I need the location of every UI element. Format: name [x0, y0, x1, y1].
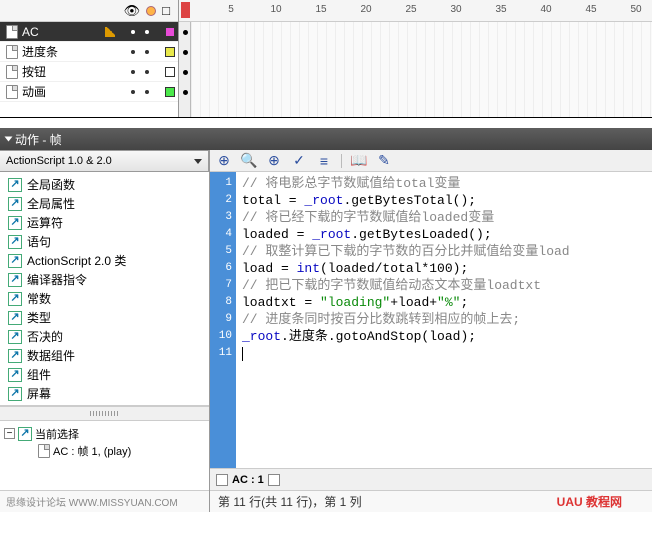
collapse-icon[interactable]: −	[4, 428, 15, 439]
category-icon	[8, 387, 22, 401]
layer-name: AC	[22, 25, 101, 39]
nav-icon	[18, 427, 32, 441]
line-gutter: 1234567891011	[210, 172, 236, 468]
layer-icon	[6, 45, 18, 59]
layers-panel: 👁 □ AC 进度条按钮动画	[0, 0, 179, 117]
reference-icon[interactable]: 📖	[351, 153, 367, 169]
layer-row[interactable]: 按钮	[0, 62, 178, 82]
category-icon	[8, 254, 22, 268]
add-icon[interactable]: ⊕	[216, 153, 232, 169]
layer-name: 进度条	[22, 43, 115, 60]
target-icon[interactable]: ⊕	[266, 153, 282, 169]
find-icon[interactable]: 🔍	[241, 153, 257, 169]
category-icon	[8, 292, 22, 306]
category-icon	[8, 349, 22, 363]
script-tabs[interactable]: AC : 1	[210, 468, 652, 490]
layer-icon	[6, 85, 18, 99]
debug-icon[interactable]: ✎	[376, 153, 392, 169]
outline-icon[interactable]: □	[162, 4, 170, 17]
tree-item[interactable]: 全局属性	[0, 194, 209, 213]
layer-row[interactable]: AC	[0, 22, 178, 42]
playhead[interactable]	[181, 2, 190, 18]
color-swatch[interactable]	[165, 47, 175, 57]
tree-item[interactable]: 运算符	[0, 213, 209, 232]
tree-item[interactable]: 组件	[0, 365, 209, 384]
layer-name: 动画	[22, 83, 115, 100]
layer-row[interactable]: 动画	[0, 82, 178, 102]
category-icon	[8, 273, 22, 287]
splitter[interactable]	[0, 406, 209, 420]
code-toolbar: ⊕ 🔍 ⊕ ✓ ≡ 📖 ✎	[210, 150, 652, 172]
script-navigator: −当前选择 AC : 帧 1, (play)	[0, 420, 209, 490]
tree-item[interactable]: 语句	[0, 232, 209, 251]
tree-item[interactable]: 全局函数	[0, 175, 209, 194]
category-icon	[8, 216, 22, 230]
actions-panel-header[interactable]: 动作 - 帧	[0, 128, 652, 150]
tree-item[interactable]: 否决的	[0, 327, 209, 346]
category-icon	[8, 235, 22, 249]
pencil-icon	[105, 27, 115, 37]
collapse-icon[interactable]	[5, 137, 13, 142]
check-icon[interactable]: ✓	[291, 153, 307, 169]
layer-name: 按钮	[22, 63, 115, 80]
layer-row[interactable]: 进度条	[0, 42, 178, 62]
color-swatch[interactable]	[165, 67, 175, 77]
pin-icon[interactable]	[216, 474, 228, 486]
script-version-select[interactable]: ActionScript 1.0 & 2.0	[0, 150, 209, 172]
actions-tree[interactable]: 全局函数全局属性运算符语句ActionScript 2.0 类编译器指令常数类型…	[0, 172, 209, 406]
category-icon	[8, 197, 22, 211]
format-icon[interactable]: ≡	[316, 153, 332, 169]
layer-icon	[6, 25, 18, 39]
tree-item[interactable]: 常数	[0, 289, 209, 308]
color-swatch[interactable]	[165, 87, 175, 97]
tree-item[interactable]: 类型	[0, 308, 209, 327]
color-swatch[interactable]	[165, 27, 175, 37]
status-bar: 第 11 行(共 11 行)，第 1 列 UAU 教程网	[210, 490, 652, 512]
frame-icon	[38, 444, 50, 458]
timeline-ruler[interactable]: 510152025303540455055	[179, 0, 652, 22]
panel-title: 动作 - 帧	[15, 131, 62, 148]
tab-menu-icon[interactable]	[268, 474, 280, 486]
category-icon	[8, 330, 22, 344]
tree-item[interactable]: 数据组件	[0, 346, 209, 365]
eye-icon[interactable]: 👁	[124, 4, 141, 17]
tree-item[interactable]: 屏幕	[0, 384, 209, 403]
timeline[interactable]: 510152025303540455055	[179, 0, 652, 117]
lock-icon[interactable]	[146, 6, 156, 16]
chevron-down-icon	[194, 159, 202, 164]
tree-item[interactable]: ActionScript 2.0 类	[0, 251, 209, 270]
layers-header: 👁 □	[0, 0, 178, 22]
category-icon	[8, 311, 22, 325]
category-icon	[8, 368, 22, 382]
footer-credit: 思缘设计论坛 WWW.MISSYUAN.COM	[0, 490, 209, 512]
category-icon	[8, 178, 22, 192]
tree-item[interactable]: 编译器指令	[0, 270, 209, 289]
code-editor[interactable]: // 将电影总字节数赋值给total变量 total = _root.getBy…	[236, 172, 652, 468]
layer-icon	[6, 65, 18, 79]
